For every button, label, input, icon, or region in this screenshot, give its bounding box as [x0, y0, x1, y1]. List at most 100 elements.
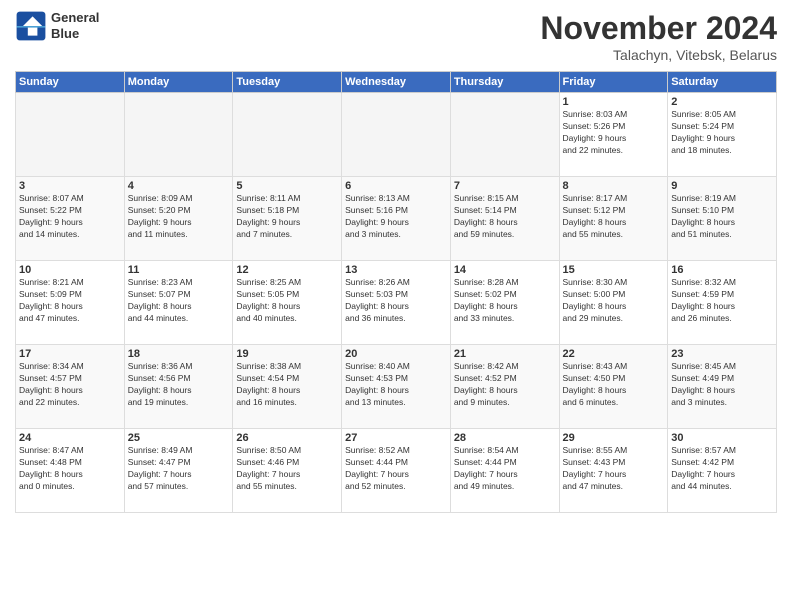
calendar-week-0: 1Sunrise: 8:03 AMSunset: 5:26 PMDaylight…	[16, 93, 777, 177]
day-number: 13	[345, 264, 447, 276]
calendar-cell: 15Sunrise: 8:30 AMSunset: 5:00 PMDayligh…	[559, 261, 668, 345]
day-number: 28	[454, 432, 556, 444]
calendar-cell: 2Sunrise: 8:05 AMSunset: 5:24 PMDaylight…	[668, 93, 777, 177]
day-info: Sunrise: 8:21 AMSunset: 5:09 PMDaylight:…	[19, 277, 121, 325]
logo: General Blue	[15, 10, 99, 42]
day-info: Sunrise: 8:03 AMSunset: 5:26 PMDaylight:…	[563, 109, 665, 157]
day-number: 12	[236, 264, 338, 276]
day-info: Sunrise: 8:38 AMSunset: 4:54 PMDaylight:…	[236, 361, 338, 409]
day-info: Sunrise: 8:28 AMSunset: 5:02 PMDaylight:…	[454, 277, 556, 325]
logo-icon	[15, 10, 47, 42]
day-number: 9	[671, 180, 773, 192]
location: Talachyn, Vitebsk, Belarus	[540, 47, 777, 63]
calendar-cell: 14Sunrise: 8:28 AMSunset: 5:02 PMDayligh…	[450, 261, 559, 345]
day-number: 25	[128, 432, 230, 444]
day-number: 7	[454, 180, 556, 192]
day-number: 20	[345, 348, 447, 360]
calendar-cell: 6Sunrise: 8:13 AMSunset: 5:16 PMDaylight…	[342, 177, 451, 261]
day-number: 21	[454, 348, 556, 360]
day-info: Sunrise: 8:43 AMSunset: 4:50 PMDaylight:…	[563, 361, 665, 409]
day-info: Sunrise: 8:32 AMSunset: 4:59 PMDaylight:…	[671, 277, 773, 325]
calendar-cell: 9Sunrise: 8:19 AMSunset: 5:10 PMDaylight…	[668, 177, 777, 261]
day-info: Sunrise: 8:47 AMSunset: 4:48 PMDaylight:…	[19, 445, 121, 493]
day-info: Sunrise: 8:19 AMSunset: 5:10 PMDaylight:…	[671, 193, 773, 241]
calendar-header-row: SundayMondayTuesdayWednesdayThursdayFrid…	[16, 72, 777, 93]
day-number: 8	[563, 180, 665, 192]
day-info: Sunrise: 8:54 AMSunset: 4:44 PMDaylight:…	[454, 445, 556, 493]
calendar-cell: 13Sunrise: 8:26 AMSunset: 5:03 PMDayligh…	[342, 261, 451, 345]
day-number: 2	[671, 96, 773, 108]
day-info: Sunrise: 8:05 AMSunset: 5:24 PMDaylight:…	[671, 109, 773, 157]
day-info: Sunrise: 8:30 AMSunset: 5:00 PMDaylight:…	[563, 277, 665, 325]
calendar-cell: 30Sunrise: 8:57 AMSunset: 4:42 PMDayligh…	[668, 429, 777, 513]
calendar-cell: 10Sunrise: 8:21 AMSunset: 5:09 PMDayligh…	[16, 261, 125, 345]
calendar-week-1: 3Sunrise: 8:07 AMSunset: 5:22 PMDaylight…	[16, 177, 777, 261]
col-header-friday: Friday	[559, 72, 668, 93]
day-number: 3	[19, 180, 121, 192]
calendar-cell: 1Sunrise: 8:03 AMSunset: 5:26 PMDaylight…	[559, 93, 668, 177]
day-number: 5	[236, 180, 338, 192]
day-info: Sunrise: 8:07 AMSunset: 5:22 PMDaylight:…	[19, 193, 121, 241]
day-info: Sunrise: 8:13 AMSunset: 5:16 PMDaylight:…	[345, 193, 447, 241]
day-info: Sunrise: 8:49 AMSunset: 4:47 PMDaylight:…	[128, 445, 230, 493]
calendar-table: SundayMondayTuesdayWednesdayThursdayFrid…	[15, 71, 777, 513]
logo-line2: Blue	[51, 26, 99, 42]
calendar-cell	[342, 93, 451, 177]
calendar-cell: 18Sunrise: 8:36 AMSunset: 4:56 PMDayligh…	[124, 345, 233, 429]
calendar-cell: 8Sunrise: 8:17 AMSunset: 5:12 PMDaylight…	[559, 177, 668, 261]
day-number: 15	[563, 264, 665, 276]
col-header-wednesday: Wednesday	[342, 72, 451, 93]
calendar-cell: 26Sunrise: 8:50 AMSunset: 4:46 PMDayligh…	[233, 429, 342, 513]
day-info: Sunrise: 8:34 AMSunset: 4:57 PMDaylight:…	[19, 361, 121, 409]
calendar-cell: 23Sunrise: 8:45 AMSunset: 4:49 PMDayligh…	[668, 345, 777, 429]
calendar-cell: 24Sunrise: 8:47 AMSunset: 4:48 PMDayligh…	[16, 429, 125, 513]
calendar-week-2: 10Sunrise: 8:21 AMSunset: 5:09 PMDayligh…	[16, 261, 777, 345]
day-info: Sunrise: 8:17 AMSunset: 5:12 PMDaylight:…	[563, 193, 665, 241]
day-number: 19	[236, 348, 338, 360]
calendar-cell	[450, 93, 559, 177]
calendar-week-3: 17Sunrise: 8:34 AMSunset: 4:57 PMDayligh…	[16, 345, 777, 429]
calendar-cell: 16Sunrise: 8:32 AMSunset: 4:59 PMDayligh…	[668, 261, 777, 345]
day-info: Sunrise: 8:52 AMSunset: 4:44 PMDaylight:…	[345, 445, 447, 493]
calendar-cell: 22Sunrise: 8:43 AMSunset: 4:50 PMDayligh…	[559, 345, 668, 429]
day-number: 17	[19, 348, 121, 360]
logo-text: General Blue	[51, 10, 99, 41]
calendar-cell	[124, 93, 233, 177]
calendar-cell: 4Sunrise: 8:09 AMSunset: 5:20 PMDaylight…	[124, 177, 233, 261]
calendar-cell: 28Sunrise: 8:54 AMSunset: 4:44 PMDayligh…	[450, 429, 559, 513]
day-number: 11	[128, 264, 230, 276]
col-header-monday: Monday	[124, 72, 233, 93]
day-info: Sunrise: 8:57 AMSunset: 4:42 PMDaylight:…	[671, 445, 773, 493]
calendar-cell	[16, 93, 125, 177]
day-info: Sunrise: 8:26 AMSunset: 5:03 PMDaylight:…	[345, 277, 447, 325]
calendar-cell: 29Sunrise: 8:55 AMSunset: 4:43 PMDayligh…	[559, 429, 668, 513]
day-number: 22	[563, 348, 665, 360]
day-number: 14	[454, 264, 556, 276]
calendar-cell: 12Sunrise: 8:25 AMSunset: 5:05 PMDayligh…	[233, 261, 342, 345]
calendar-cell: 25Sunrise: 8:49 AMSunset: 4:47 PMDayligh…	[124, 429, 233, 513]
calendar-cell: 20Sunrise: 8:40 AMSunset: 4:53 PMDayligh…	[342, 345, 451, 429]
day-info: Sunrise: 8:15 AMSunset: 5:14 PMDaylight:…	[454, 193, 556, 241]
day-number: 18	[128, 348, 230, 360]
day-info: Sunrise: 8:42 AMSunset: 4:52 PMDaylight:…	[454, 361, 556, 409]
day-number: 23	[671, 348, 773, 360]
title-block: November 2024 Talachyn, Vitebsk, Belarus	[540, 10, 777, 63]
calendar-cell: 21Sunrise: 8:42 AMSunset: 4:52 PMDayligh…	[450, 345, 559, 429]
calendar-cell: 19Sunrise: 8:38 AMSunset: 4:54 PMDayligh…	[233, 345, 342, 429]
day-info: Sunrise: 8:11 AMSunset: 5:18 PMDaylight:…	[236, 193, 338, 241]
col-header-sunday: Sunday	[16, 72, 125, 93]
calendar-cell: 11Sunrise: 8:23 AMSunset: 5:07 PMDayligh…	[124, 261, 233, 345]
day-number: 24	[19, 432, 121, 444]
day-info: Sunrise: 8:50 AMSunset: 4:46 PMDaylight:…	[236, 445, 338, 493]
calendar-cell: 17Sunrise: 8:34 AMSunset: 4:57 PMDayligh…	[16, 345, 125, 429]
calendar-cell: 3Sunrise: 8:07 AMSunset: 5:22 PMDaylight…	[16, 177, 125, 261]
day-info: Sunrise: 8:40 AMSunset: 4:53 PMDaylight:…	[345, 361, 447, 409]
header: General Blue November 2024 Talachyn, Vit…	[15, 10, 777, 63]
day-info: Sunrise: 8:09 AMSunset: 5:20 PMDaylight:…	[128, 193, 230, 241]
day-number: 10	[19, 264, 121, 276]
day-info: Sunrise: 8:55 AMSunset: 4:43 PMDaylight:…	[563, 445, 665, 493]
day-info: Sunrise: 8:23 AMSunset: 5:07 PMDaylight:…	[128, 277, 230, 325]
logo-line1: General	[51, 10, 99, 26]
month-title: November 2024	[540, 10, 777, 47]
day-number: 30	[671, 432, 773, 444]
